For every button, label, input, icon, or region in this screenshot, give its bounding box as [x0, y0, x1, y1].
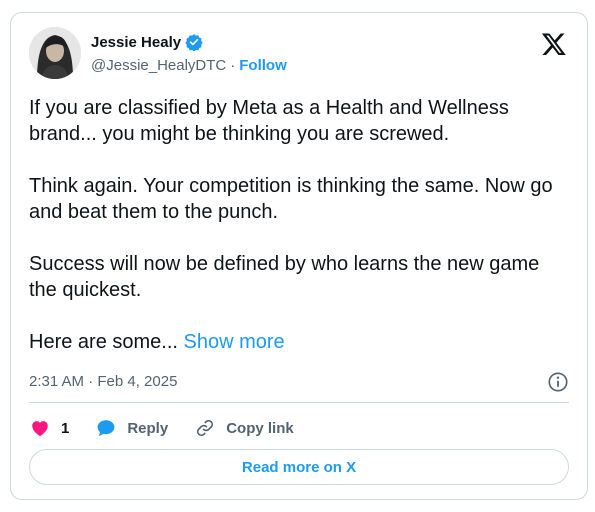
like-count: 1	[61, 419, 70, 437]
copy-link-label: Copy link	[226, 419, 294, 437]
x-logo-icon[interactable]	[541, 31, 567, 57]
tweet-timestamp[interactable]: 2:31 AM · Feb 4, 2025	[29, 373, 177, 390]
author-handle[interactable]: @Jessie_HealyDTC	[91, 57, 226, 74]
info-icon[interactable]	[547, 371, 569, 393]
tweet-paragraph-3: Success will now be defined by who learn…	[29, 253, 540, 301]
author-name-row: Jessie Healy	[91, 33, 203, 52]
verified-badge-icon	[185, 33, 203, 52]
divider	[29, 402, 569, 403]
tweet-body: If you are classified by Meta as a Healt…	[29, 95, 569, 355]
separator-dot: ·	[230, 57, 236, 74]
copy-link-button[interactable]: Copy link	[194, 417, 294, 439]
read-more-on-x-button[interactable]: Read more on X	[29, 449, 569, 485]
author-handle-row: @Jessie_HealyDTC · Follow	[91, 57, 287, 74]
avatar[interactable]	[29, 27, 81, 79]
tweet-header: Jessie Healy @Jessie_HealyDTC · Follow	[29, 27, 569, 81]
like-button[interactable]: 1	[29, 417, 69, 439]
link-icon	[197, 419, 214, 437]
show-more-link[interactable]: Show more	[184, 331, 285, 353]
author-display-name[interactable]: Jessie Healy	[91, 34, 181, 51]
tweet-paragraph-4: Here are some... Show more	[29, 329, 569, 355]
heart-icon	[32, 421, 48, 437]
follow-button[interactable]: Follow	[239, 57, 287, 74]
tweet-paragraph-2: Think again. Your competition is thinkin…	[29, 175, 553, 223]
tweet-paragraph-1: If you are classified by Meta as a Healt…	[29, 97, 509, 145]
tweet-truncated-text: Here are some...	[29, 331, 178, 353]
reply-label: Reply	[127, 419, 169, 437]
tweet-actions: 1 Reply Copy link	[29, 413, 320, 443]
reply-button[interactable]: Reply	[95, 417, 168, 439]
tweet-card: Jessie Healy @Jessie_HealyDTC · Follow I…	[10, 12, 588, 500]
reply-bubble-icon	[97, 420, 115, 437]
